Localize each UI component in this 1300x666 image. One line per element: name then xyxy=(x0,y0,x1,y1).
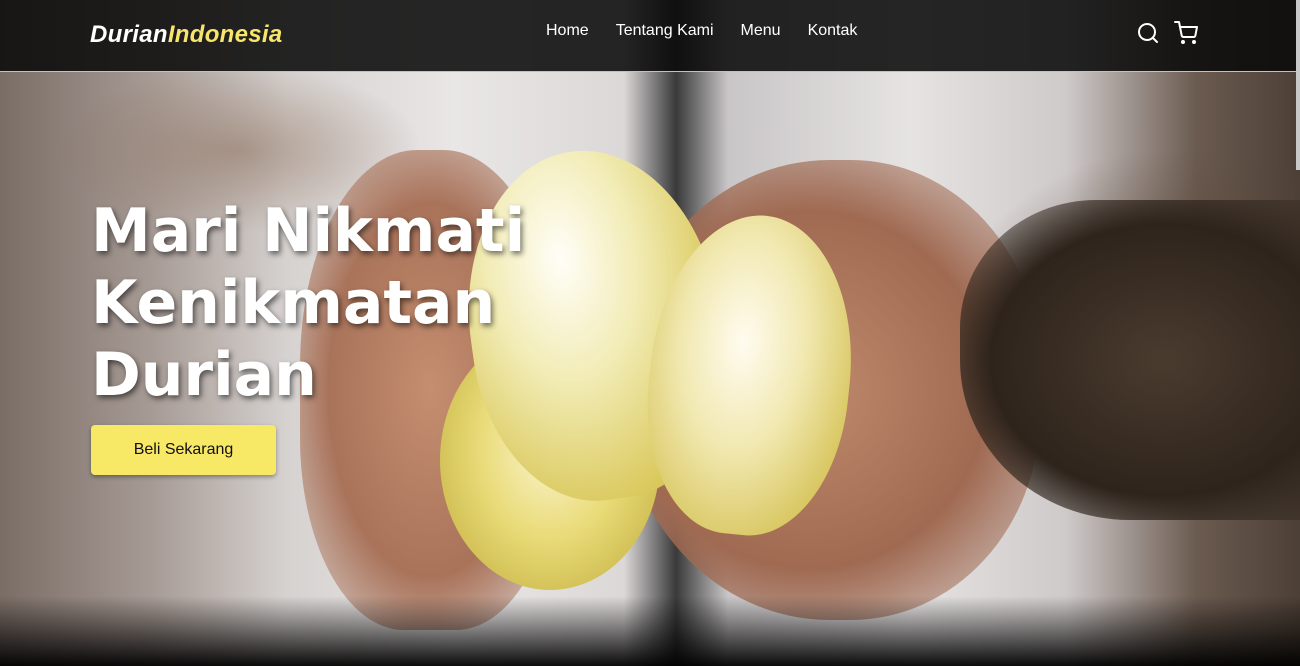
hero-bottom-shade xyxy=(0,596,1300,666)
nav-icons xyxy=(1136,21,1198,45)
nav-link-menu[interactable]: Menu xyxy=(741,22,781,40)
shopping-cart-icon[interactable] xyxy=(1174,21,1198,45)
scrollbar[interactable] xyxy=(1296,0,1300,170)
hero-title: Mari Nikmati Kenikmatan Durian xyxy=(91,195,551,411)
nav-link-home[interactable]: Home xyxy=(546,22,589,40)
brand-logo-part1: Durian xyxy=(90,21,168,48)
hero-image-arm xyxy=(960,200,1300,520)
brand-logo[interactable]: DurianIndonesia xyxy=(90,21,283,49)
landing-page: DurianIndonesia Home Tentang Kami Menu K… xyxy=(0,0,1300,666)
brand-logo-part2: Indonesia xyxy=(167,21,283,48)
hero-title-line: Mari Nikmati xyxy=(91,196,526,266)
search-icon[interactable] xyxy=(1136,21,1160,45)
nav-links: Home Tentang Kami Menu Kontak xyxy=(546,22,857,40)
hero-title-line: Kenikmatan xyxy=(91,268,496,338)
hero-title-line: Durian xyxy=(91,340,317,410)
nav-link-kontak[interactable]: Kontak xyxy=(808,22,858,40)
navbar: DurianIndonesia Home Tentang Kami Menu K… xyxy=(0,0,1300,72)
buy-now-button[interactable]: Beli Sekarang xyxy=(91,425,276,475)
nav-link-tentang-kami[interactable]: Tentang Kami xyxy=(616,22,714,40)
